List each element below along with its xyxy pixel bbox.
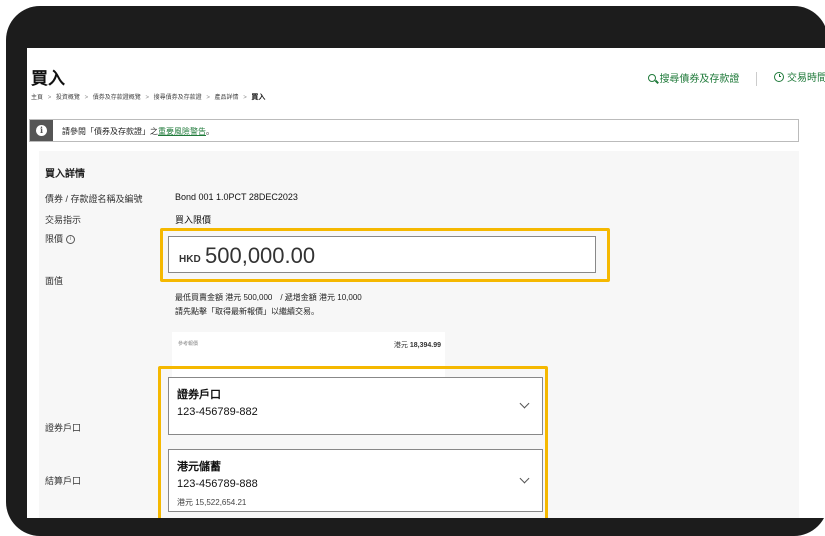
highlight-frame-accounts — [158, 366, 548, 518]
breadcrumb-item-investment-overview[interactable]: 投資概覽 — [56, 95, 80, 101]
face-value-label: 面值 — [45, 276, 64, 286]
notice-icon-box: i — [30, 120, 53, 141]
section-title: 買入詳情 — [45, 169, 85, 180]
search-bonds-link[interactable]: 搜尋債券及存款證 — [648, 70, 739, 85]
breadcrumb-item-search-bonds[interactable]: 搜尋債券及存款證 — [154, 95, 202, 101]
clock-icon — [774, 71, 784, 82]
risk-notice: i 請參閱「債券及存款證」之重要風險警告。 — [29, 119, 799, 142]
instruction-label: 交易指示 — [45, 215, 82, 225]
notice-text: 請參閱「債券及存款證」之重要風險警告。 — [62, 126, 214, 137]
breadcrumb-separator: > — [243, 95, 247, 101]
instruction-value: 買入限價 — [175, 215, 212, 225]
breadcrumb: 主頁 > 投資概覽 > 債券及存款證概覽 > 搜尋債券及存款證 > 產品詳情 >… — [31, 92, 268, 102]
quote-amount: 18,394.99 — [409, 342, 441, 349]
quote-currency: 港元 — [393, 342, 408, 349]
trading-hours-label: 交易時間 — [787, 73, 825, 84]
notice-suffix: 。 — [206, 127, 214, 136]
notice-prefix: 請參閱「債券及存款證」之 — [62, 127, 158, 136]
breadcrumb-item-home[interactable]: 主頁 — [31, 95, 43, 101]
quote-value: 港元 18,394.99 — [394, 340, 441, 350]
risk-warning-link[interactable]: 重要風險警告 — [158, 127, 206, 136]
breadcrumb-item-current: 買入 — [251, 94, 266, 101]
trading-hours-link[interactable]: 交易時間 — [774, 69, 825, 84]
amount-hint-quote: 請先點擊「取得最新報價」以繼續交易。 — [175, 307, 319, 316]
search-bonds-label: 搜尋債券及存款證 — [659, 74, 740, 85]
settlement-account-label: 結算戶口 — [45, 476, 82, 486]
top-links: 搜尋債券及存款證 交易時間 — [648, 69, 825, 86]
breadcrumb-item-product-details[interactable]: 產品詳情 — [215, 95, 239, 101]
breadcrumb-separator: > — [145, 95, 149, 101]
search-icon — [648, 73, 657, 82]
info-icon[interactable]: i — [66, 235, 76, 245]
breadcrumb-separator: > — [206, 95, 210, 101]
highlight-frame-amount — [160, 228, 610, 282]
info-icon: i — [36, 125, 47, 136]
breadcrumb-separator: > — [84, 95, 89, 101]
breadcrumb-item-bond-overview[interactable]: 債券及存款證概覽 — [93, 95, 141, 101]
product-label: 債券 / 存款證名稱及編號 — [45, 194, 143, 204]
limit-price-label: 限價 i — [45, 232, 76, 245]
quote-label: 參考報價 — [178, 341, 199, 347]
amount-hint-min: 最低買賣金額 港元 500,000 / 遞增金額 港元 10,000 — [175, 293, 362, 302]
app-screen: 買入 主頁 > 投資概覽 > 債券及存款證概覽 > 搜尋債券及存款證 > 產品詳… — [27, 48, 825, 518]
breadcrumb-separator: > — [47, 95, 52, 101]
limit-price-text: 限價 — [45, 234, 64, 244]
product-value: Bond 001 1.0PCT 28DEC2023 — [175, 192, 298, 202]
divider — [756, 71, 758, 86]
securities-account-label: 證券戶口 — [45, 423, 82, 433]
page-title: 買入 — [31, 69, 65, 88]
